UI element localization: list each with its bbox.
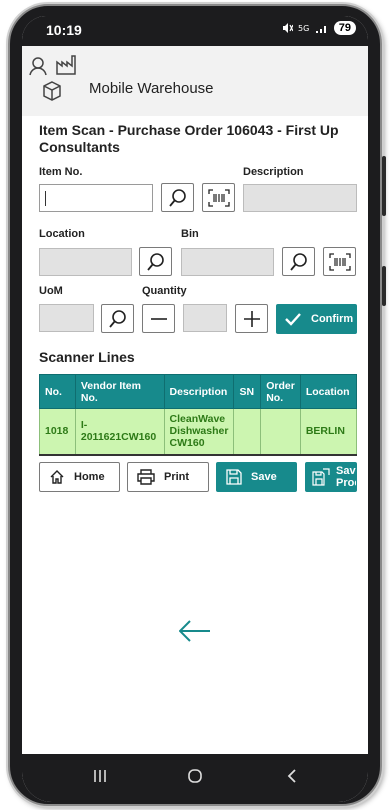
user-icon[interactable] xyxy=(28,56,48,76)
quantity-increase-button[interactable] xyxy=(235,304,268,333)
search-icon xyxy=(146,252,164,271)
item-barcode-button[interactable] xyxy=(202,183,235,212)
mute-icon xyxy=(282,23,293,33)
column-header-no[interactable]: No. xyxy=(39,374,76,409)
item-no-input[interactable] xyxy=(40,185,152,211)
location-label: Location xyxy=(39,228,85,240)
text-caret xyxy=(45,191,46,206)
factory-icon[interactable] xyxy=(55,54,77,76)
screen: 10:19 5G 79 Mobile Warehouse Item Scan -… xyxy=(22,16,368,802)
quantity-label: Quantity xyxy=(142,285,187,297)
page-title: Item Scan - Purchase Order 106043 - Firs… xyxy=(39,122,339,155)
table-row[interactable]: 1018 I-2011621CW160 CleanWave Dishwasher… xyxy=(39,408,357,456)
column-header-order-no[interactable]: Order No. xyxy=(260,374,301,409)
cell-vendor-item-no: I-2011621CW160 xyxy=(74,408,165,456)
table-header-row: No. Vendor Item No. Description SN Order… xyxy=(39,374,357,409)
save-icon xyxy=(226,469,242,485)
box-icon[interactable] xyxy=(41,80,63,102)
status-icons: 5G 79 xyxy=(281,21,356,35)
confirm-label: Confirm xyxy=(311,313,354,325)
bin-barcode-button[interactable] xyxy=(323,247,356,276)
5g-icon: 5G xyxy=(298,24,309,33)
item-no-field[interactable] xyxy=(39,184,153,212)
app-header: Mobile Warehouse xyxy=(22,46,368,116)
uom-label: UoM xyxy=(39,285,63,297)
location-field xyxy=(39,248,132,276)
back-arrow-icon[interactable] xyxy=(179,620,211,642)
cell-location: BERLIN xyxy=(299,408,357,456)
confirm-button[interactable]: Confirm xyxy=(276,304,357,334)
bin-field xyxy=(181,248,274,276)
check-icon xyxy=(285,313,301,326)
bin-label: Bin xyxy=(181,228,199,240)
scanner-lines-grid[interactable]: No. Vendor Item No. Description SN Order… xyxy=(39,374,357,456)
status-bar: 10:19 5G 79 xyxy=(22,16,368,46)
cell-sn xyxy=(233,408,262,456)
plus-icon xyxy=(243,310,260,327)
search-icon xyxy=(108,309,126,328)
barcode-icon xyxy=(328,252,351,271)
description-label: Description xyxy=(243,166,304,178)
volume-button xyxy=(382,156,386,216)
recent-apps-icon[interactable] xyxy=(92,768,108,784)
print-icon xyxy=(137,469,155,485)
home-button[interactable]: Home xyxy=(39,462,120,492)
svg-text:5G: 5G xyxy=(298,24,309,33)
bin-search-button[interactable] xyxy=(282,247,315,276)
location-search-button[interactable] xyxy=(139,247,172,276)
minus-icon xyxy=(150,317,167,320)
signal-icon xyxy=(315,26,326,33)
home-label: Home xyxy=(74,471,105,483)
search-icon xyxy=(168,188,186,207)
uom-search-button[interactable] xyxy=(101,304,134,333)
save-button[interactable]: Save xyxy=(216,462,297,492)
column-header-sn[interactable]: SN xyxy=(233,374,262,409)
save-label: Save xyxy=(251,471,277,483)
cell-description: CleanWave Dishwasher CW160 xyxy=(163,408,235,456)
back-nav-icon[interactable] xyxy=(284,768,300,784)
search-icon xyxy=(289,252,307,271)
print-button[interactable]: Print xyxy=(127,462,209,492)
battery-indicator: 79 xyxy=(333,21,356,35)
quantity-decrease-button[interactable] xyxy=(142,304,175,333)
save-process-label: Save & Process xyxy=(336,465,356,489)
scanner-lines-title: Scanner Lines xyxy=(39,349,135,365)
power-button xyxy=(382,266,386,306)
cell-order-no xyxy=(260,408,301,456)
item-no-label: Item No. xyxy=(39,166,83,178)
cell-no: 1018 xyxy=(39,408,76,456)
quantity-field[interactable] xyxy=(183,304,227,332)
save-process-icon xyxy=(312,468,330,486)
print-label: Print xyxy=(164,471,190,483)
home-nav-icon[interactable] xyxy=(187,768,203,784)
scanner-lines-table: No. Vendor Item No. Description SN Order… xyxy=(39,374,357,456)
item-search-button[interactable] xyxy=(161,183,194,212)
system-nav-bar xyxy=(22,754,368,802)
column-header-vendor-item-no[interactable]: Vendor Item No. xyxy=(74,374,165,409)
status-time: 10:19 xyxy=(46,22,82,38)
column-header-location[interactable]: Location xyxy=(299,374,357,409)
app-title: Mobile Warehouse xyxy=(89,80,214,97)
home-icon xyxy=(50,470,64,484)
uom-field xyxy=(39,304,94,332)
barcode-icon xyxy=(207,188,230,207)
save-process-button[interactable]: Save & Process xyxy=(305,462,357,492)
description-field xyxy=(243,184,357,212)
column-header-description[interactable]: Description xyxy=(163,374,235,409)
